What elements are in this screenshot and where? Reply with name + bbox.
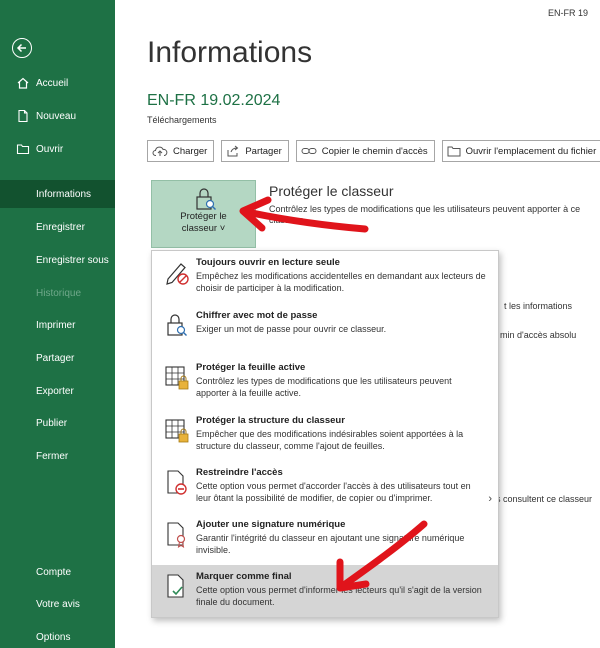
restrict-access-icon (167, 470, 187, 495)
lock-key-icon (167, 314, 187, 336)
cloud-upload-icon (152, 146, 168, 156)
sidebar-item-label: Options (36, 631, 71, 643)
sidebar-item-label: Compte (36, 566, 72, 578)
sidebar-item-exporter[interactable]: Exporter (0, 377, 115, 405)
home-icon (16, 76, 30, 90)
menu-item-title: Marquer comme final (196, 571, 292, 582)
protect-workbook-description: Contrôlez les types de modifications que… (269, 204, 581, 225)
menu-item-title: Protéger la feuille active (196, 362, 306, 373)
menu-item-title: Protéger la structure du classeur (196, 415, 345, 426)
sidebar-item-label: Enregistrer (36, 221, 85, 233)
info-toolbar: Charger Partager Copier le chemin d'accè… (147, 140, 600, 162)
menu-item-digital-signature[interactable]: Ajouter une signature numérique Garantir… (152, 519, 498, 565)
menu-item-description: Empêchez les modifications accidentelles… (196, 271, 486, 293)
sidebar-item-label: Historique (36, 287, 82, 299)
sidebar-item-label: Publier (36, 417, 68, 429)
sidebar-item-ouvrir[interactable]: Ouvrir (0, 135, 115, 163)
partial-path-text: min d'accès absolu (500, 330, 577, 340)
protect-workbook-button[interactable]: Protéger le classeur ˅ (151, 180, 256, 248)
partager-label: Partager (245, 145, 282, 157)
window-title-fragment: EN-FR 19 (547, 8, 588, 18)
pencil-no-icon (166, 263, 189, 285)
menu-item-title: Toujours ouvrir en lecture seule (196, 257, 340, 268)
sidebar-item-nouveau[interactable]: Nouveau (0, 102, 115, 130)
protect-workbook-label-1: Protéger le (180, 211, 227, 222)
sidebar-item-historique: Historique (0, 279, 115, 307)
copier-chemin-label: Copier le chemin d'accès (321, 145, 428, 157)
menu-item-description: Exiger un mot de passe pour ouvrir ce cl… (196, 324, 387, 334)
link-icon (301, 148, 317, 154)
document-name: EN-FR 19.02.2024 (147, 92, 281, 109)
menu-item-title: Chiffrer avec mot de passe (196, 310, 318, 321)
new-doc-icon (16, 109, 30, 123)
menu-item-protect-sheet[interactable]: Protéger la feuille active Contrôlez les… (152, 362, 498, 412)
sidebar-item-informations[interactable]: Informations (0, 180, 115, 208)
menu-item-mark-final[interactable]: Marquer comme final Cette option vous pe… (152, 565, 498, 617)
menu-item-title: Ajouter une signature numérique (196, 519, 346, 530)
menu-item-protect-structure[interactable]: Protéger la structure du classeur Empêch… (152, 415, 498, 465)
sidebar-item-label: Ouvrir (36, 143, 64, 155)
sidebar-item-label: Nouveau (36, 110, 77, 122)
menu-item-restrict-access[interactable]: Restreindre l'accès Cette option vous pe… (152, 467, 498, 517)
sidebar-item-label: Enregistrer sous (36, 254, 109, 266)
folder-icon (447, 146, 461, 157)
menu-item-description: Garantir l'intégrité du classeur en ajou… (196, 533, 465, 555)
sidebar-item-enregistrer-sous[interactable]: Enregistrer sous (0, 246, 115, 274)
backstage-sidebar: Accueil Nouveau Ouvrir Informations Enre… (0, 0, 115, 648)
page-title: Informations (147, 36, 313, 69)
sidebar-item-votre-avis[interactable]: Votre avis (0, 590, 115, 618)
sidebar-item-partager[interactable]: Partager (0, 344, 115, 372)
document-check-icon (167, 574, 184, 598)
sidebar-item-label: Exporter (36, 385, 74, 397)
sidebar-item-publier[interactable]: Publier (0, 409, 115, 437)
menu-item-read-only[interactable]: Toujours ouvrir en lecture seule Empêche… (152, 257, 498, 307)
partial-consult-text: s consultent ce classeur (496, 494, 593, 504)
charger-label: Charger (173, 145, 208, 157)
document-path: Téléchargements (147, 115, 217, 125)
menu-item-description: Cette option vous permet d'informer les … (196, 585, 482, 607)
sidebar-item-fermer[interactable]: Fermer (0, 442, 115, 470)
chevron-right-icon: › (488, 493, 492, 505)
protect-workbook-heading: Protéger le classeur (269, 183, 394, 199)
sidebar-item-label: Imprimer (36, 319, 76, 331)
sidebar-item-accueil[interactable]: Accueil (0, 69, 115, 97)
sidebar-item-enregistrer[interactable]: Enregistrer (0, 213, 115, 241)
workbook-lock-icon (165, 419, 189, 443)
sidebar-item-options[interactable]: Options (0, 623, 115, 648)
sidebar-item-label: Fermer (36, 450, 69, 462)
sidebar-item-label: Partager (36, 352, 75, 364)
back-arrow-icon[interactable] (12, 38, 32, 58)
sidebar-item-imprimer[interactable]: Imprimer (0, 311, 115, 339)
menu-item-encrypt[interactable]: Chiffrer avec mot de passe Exiger un mot… (152, 310, 498, 350)
menu-item-description: Contrôlez les types de modifications que… (196, 376, 452, 398)
partager-button[interactable]: Partager (221, 140, 289, 162)
signature-ribbon-icon (167, 522, 186, 549)
menu-item-description: Empêcher que des modifications indésirab… (196, 429, 464, 451)
share-icon (227, 145, 239, 157)
ouvrir-emplacement-label: Ouvrir l'emplacement du fichier (465, 145, 597, 157)
copier-chemin-button[interactable]: Copier le chemin d'accès (295, 140, 435, 162)
sidebar-item-label: Accueil (36, 77, 69, 89)
protect-workbook-menu: Toujours ouvrir en lecture seule Empêche… (151, 250, 499, 618)
sidebar-item-label: Informations (36, 188, 92, 200)
partial-info-text: t les informations (504, 301, 573, 311)
sheet-lock-icon (165, 366, 189, 390)
protect-workbook-label-2: classeur ˅ (181, 223, 226, 234)
charger-button[interactable]: Charger (147, 140, 215, 162)
lock-icon (195, 188, 216, 210)
sidebar-item-label: Votre avis (36, 598, 80, 610)
sidebar-item-compte[interactable]: Compte (0, 558, 115, 586)
ouvrir-emplacement-button[interactable]: Ouvrir l'emplacement du fichier (441, 140, 600, 162)
menu-item-description: Cette option vous permet d'accorder l'ac… (196, 481, 471, 503)
menu-item-title: Restreindre l'accès (196, 467, 283, 478)
folder-icon (16, 142, 30, 156)
